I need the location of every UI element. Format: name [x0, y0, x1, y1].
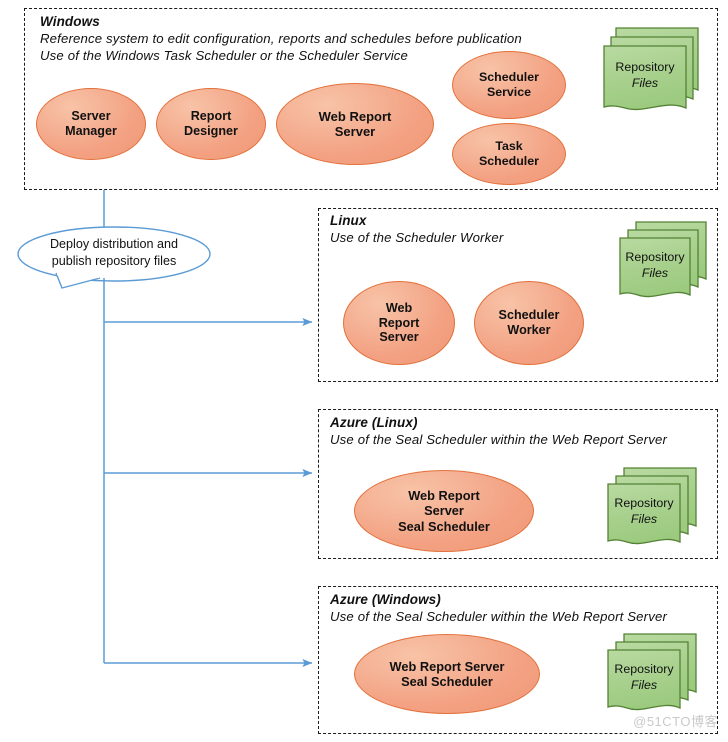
- node-label-line: Scheduler: [479, 70, 539, 85]
- section-desc-azure-linux-line1: Use of the Seal Scheduler within the Web…: [330, 432, 667, 447]
- node-label-line: Service: [486, 85, 532, 99]
- node-label-line: Web Report: [318, 108, 392, 124]
- node-label-line: Designer: [184, 124, 238, 138]
- section-title-windows: Windows: [40, 14, 100, 29]
- section-title-azure-windows: Azure (Windows): [330, 592, 441, 607]
- node-web-report-server-windows[interactable]: Web Report Server: [276, 83, 434, 165]
- repository-files-azure-linux[interactable]: Repository Files: [608, 484, 680, 542]
- repository-files-label: Repository Files: [614, 662, 674, 692]
- node-web-report-server-seal-scheduler-azure-windows[interactable]: Web Report Server Seal Scheduler: [354, 634, 540, 714]
- node-label-line: Manager: [65, 124, 117, 138]
- callout-deploy-publish[interactable]: Deploy distribution and publish reposito…: [18, 236, 210, 269]
- section-title-linux: Linux: [330, 213, 367, 228]
- diagram-canvas: Windows Reference system to edit configu…: [0, 0, 728, 742]
- callout-line2: publish repository files: [51, 253, 177, 268]
- repository-files-azure-windows[interactable]: Repository Files: [608, 650, 680, 708]
- node-label-line: Seal Scheduler: [401, 674, 493, 689]
- node-task-scheduler[interactable]: Task Scheduler: [452, 123, 566, 185]
- node-label-line: Server: [71, 109, 111, 124]
- node-web-report-server-linux[interactable]: Web Report Server: [343, 281, 455, 365]
- section-title-azure-linux: Azure (Linux): [330, 415, 418, 430]
- node-label-line: Web Report Server: [389, 658, 505, 674]
- repository-files-label: Repository Files: [614, 496, 674, 526]
- section-desc-windows-line2: Use of the Windows Task Scheduler or the…: [40, 48, 408, 63]
- watermark: @51CTO博客: [633, 714, 718, 729]
- repository-files-linux[interactable]: Repository Files: [620, 238, 690, 295]
- callout-line1: Deploy distribution and: [49, 237, 179, 251]
- node-label-line: Server: [334, 124, 376, 139]
- node-label-line: Web Report: [408, 488, 480, 504]
- section-desc-azure-windows-line1: Use of the Seal Scheduler within the Web…: [330, 609, 667, 624]
- node-label-line: Server: [379, 330, 419, 345]
- section-desc-windows-line1: Reference system to edit configuration, …: [40, 31, 522, 46]
- node-label-line: Report: [378, 315, 420, 330]
- node-report-designer[interactable]: Report Designer: [156, 88, 266, 160]
- node-label-line: Seal Scheduler: [398, 518, 490, 534]
- node-scheduler-worker[interactable]: Scheduler Worker: [474, 281, 584, 365]
- node-scheduler-service[interactable]: Scheduler Service: [452, 51, 566, 119]
- node-label-line: Server: [424, 503, 464, 519]
- repository-files-windows[interactable]: Repository Files: [604, 46, 686, 108]
- repository-files-label: Repository Files: [615, 60, 675, 90]
- node-web-report-server-seal-scheduler-azure-linux[interactable]: Web Report Server Seal Scheduler: [354, 470, 534, 552]
- node-label-line: Report: [190, 109, 232, 124]
- repository-files-label: Repository Files: [625, 250, 685, 280]
- node-label-line: Worker: [507, 323, 551, 337]
- node-label-line: Scheduler: [498, 308, 560, 323]
- node-label-line: Scheduler: [479, 154, 539, 168]
- node-label-line: Web: [385, 300, 413, 315]
- node-server-manager[interactable]: Server Manager: [36, 88, 146, 160]
- section-desc-linux-line1: Use of the Scheduler Worker: [330, 230, 504, 245]
- node-label-line: Task: [495, 139, 523, 154]
